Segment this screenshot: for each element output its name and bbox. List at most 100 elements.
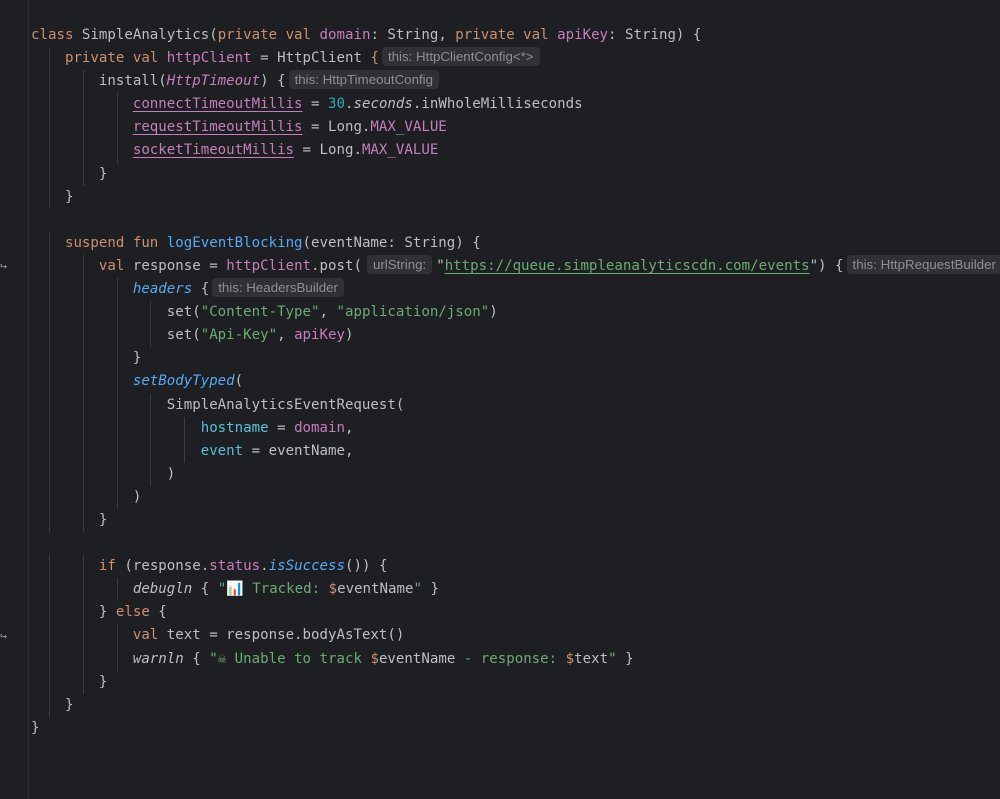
code-editor[interactable]: ↪ ↪ class SimpleAnalytics(private val dom…: [0, 0, 1000, 799]
indent-guide: [82, 670, 84, 694]
indent-guide: [48, 508, 50, 533]
code-line[interactable]: }: [31, 670, 1000, 694]
indent-guide: [82, 601, 84, 625]
code-token: MAX_VALUE: [361, 142, 439, 159]
code-token: }: [421, 581, 439, 598]
code-line[interactable]: debugln { "📊 Tracked: $eventName" }: [31, 578, 1000, 602]
indent-guide: [82, 624, 84, 648]
code-line[interactable]: warnln { "☠ Unable to track $eventName -…: [31, 647, 1000, 671]
indent-guide: [82, 254, 84, 279]
code-line[interactable]: val text = response.bodyAsText(): [31, 624, 1000, 648]
indent-guide: [48, 347, 50, 371]
code-token: {: [370, 50, 379, 67]
code-token: "📊 Tracked:: [217, 581, 329, 598]
code-token: }: [31, 604, 116, 621]
code-token: logEventBlocking: [166, 234, 303, 251]
indent-guide: [116, 416, 118, 440]
code-token: SimpleAnalyticsEventRequest(: [31, 396, 405, 413]
code-line[interactable]: set("Content-Type", "application/json"): [31, 301, 1000, 325]
inlay-hint: this: HeadersBuilder: [212, 278, 344, 298]
code-token: domain: [319, 27, 371, 43]
code-line[interactable]: }: [31, 693, 1000, 717]
indent-guide: [82, 116, 84, 140]
code-line[interactable]: }: [31, 717, 1000, 740]
indent-guide: [48, 416, 50, 440]
indent-guide: [48, 485, 50, 509]
code-token: val: [132, 627, 167, 644]
code-token: : String) {: [608, 27, 702, 43]
code-line[interactable]: } else {: [31, 601, 1000, 625]
code-line[interactable]: SimpleAnalyticsEventRequest(: [31, 393, 1000, 417]
code-token: }: [31, 511, 108, 528]
code-line[interactable]: val response = httpClient.post(urlString…: [31, 254, 1000, 279]
code-line[interactable]: setBodyTyped(: [31, 370, 1000, 394]
code-token: = eventName,: [243, 442, 354, 459]
code-line[interactable]: headers {this: HeadersBuilder: [31, 278, 1000, 302]
code-token: - response:: [455, 650, 566, 667]
code-token: = HttpClient: [251, 50, 371, 67]
code-line[interactable]: requestTimeoutMillis = Long.MAX_VALUE: [31, 116, 1000, 140]
code-line[interactable]: }: [31, 162, 1000, 186]
indent-guide: [116, 393, 118, 417]
indent-guide: [48, 370, 50, 394]
indent-guide: [48, 116, 50, 140]
code-token: install(: [31, 73, 167, 90]
code-token: {: [183, 650, 210, 667]
code-token: class: [31, 27, 82, 43]
code-token: .inWholeMilliseconds: [412, 96, 583, 113]
code-token: ,: [277, 327, 295, 344]
code-token: apiKey: [557, 27, 609, 43]
code-line[interactable]: if (response.status.isSuccess()) {: [31, 555, 1000, 579]
code-token: private val: [455, 27, 558, 43]
code-token: }: [31, 696, 74, 713]
code-line[interactable]: hostname = domain,: [31, 416, 1000, 440]
code-line[interactable]: socketTimeoutMillis = Long.MAX_VALUE: [31, 139, 1000, 163]
code-token: $: [565, 650, 575, 667]
code-token: : String,: [370, 27, 456, 43]
code-line[interactable]: }: [31, 185, 1000, 209]
indent-guide: [48, 624, 50, 648]
indent-guide: [48, 278, 50, 302]
code-token: apiKey: [294, 327, 345, 344]
code-line[interactable]: suspend fun logEventBlocking(eventName: …: [31, 231, 1000, 255]
code-line[interactable]: connectTimeoutMillis = 30.seconds.inWhol…: [31, 93, 1000, 117]
code-token: socketTimeoutMillis: [132, 142, 295, 159]
indent-guide: [48, 254, 50, 279]
indent-guide: [150, 301, 152, 325]
code-token: HttpTimeout: [166, 73, 261, 90]
code-line[interactable]: [31, 532, 1000, 555]
code-token: isSuccess: [268, 558, 346, 575]
inlay-hint: this: HttpClientConfig<*>: [381, 47, 540, 67]
indent-guide: [116, 139, 118, 163]
code-line[interactable]: event = eventName,: [31, 439, 1000, 463]
code-token: ): [31, 488, 142, 505]
indent-guide: [82, 139, 84, 163]
code-line[interactable]: ): [31, 485, 1000, 509]
code-line[interactable]: }: [31, 508, 1000, 533]
code-line[interactable]: private val httpClient = HttpClient {thi…: [31, 47, 1000, 71]
code-token: ) {: [260, 73, 286, 90]
indent-guide: [150, 393, 152, 417]
indent-guide: [116, 624, 118, 648]
code-area[interactable]: class SimpleAnalytics(private val domain…: [31, 24, 1000, 740]
code-token: }: [616, 650, 634, 667]
code-token: ,: [319, 304, 337, 321]
indent-guide: [48, 162, 50, 186]
code-token: ): [344, 327, 354, 344]
indent-guide: [82, 370, 84, 394]
suspend-call-icon[interactable]: ↪: [0, 629, 14, 643]
indent-guide: [116, 278, 118, 302]
code-line[interactable]: }: [31, 347, 1000, 371]
code-token: ,: [344, 419, 354, 436]
indent-guide: [116, 370, 118, 394]
code-token: = Long.: [302, 119, 371, 136]
code-line[interactable]: [31, 209, 1000, 232]
code-line[interactable]: ): [31, 462, 1000, 486]
code-token: domain: [294, 419, 345, 436]
code-line[interactable]: set("Api-Key", apiKey): [31, 324, 1000, 348]
code-line[interactable]: install(HttpTimeout) {this: HttpTimeoutC…: [31, 70, 1000, 94]
suspend-call-icon[interactable]: ↪: [0, 259, 14, 273]
code-token: =: [268, 419, 295, 436]
code-line[interactable]: class SimpleAnalytics(private val domain…: [31, 24, 1000, 47]
code-token: "☠ Unable to track: [209, 650, 371, 667]
